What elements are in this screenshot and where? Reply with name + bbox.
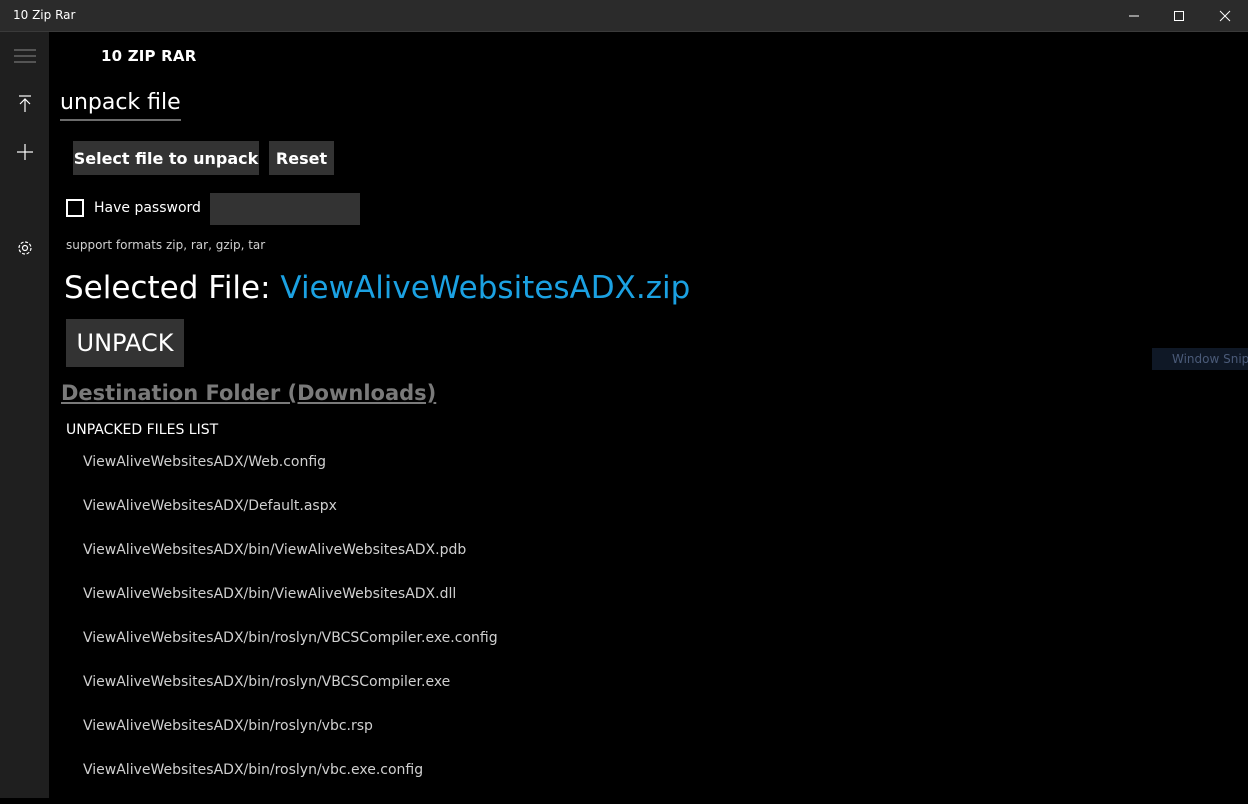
close-button[interactable] xyxy=(1202,0,1248,31)
sidebar-item-pack[interactable] xyxy=(10,137,40,167)
selected-file-name: ViewAliveWebsitesADX.zip xyxy=(280,270,691,306)
unpacked-files-header: UNPACKED FILES LIST xyxy=(66,422,219,438)
hamburger-menu-button[interactable] xyxy=(10,41,40,71)
select-file-button[interactable]: Select file to unpack xyxy=(73,141,259,175)
list-item[interactable]: ViewAliveWebsitesADX/bin/ViewAliveWebsit… xyxy=(83,540,498,584)
sidebar xyxy=(0,32,49,798)
title-bar: 10 Zip Rar xyxy=(0,0,1248,32)
reset-button[interactable]: Reset xyxy=(269,141,334,175)
destination-folder-link[interactable]: Destination Folder (Downloads) xyxy=(61,381,436,405)
list-item[interactable]: ViewAliveWebsitesADX/bin/roslyn/vbc.exe.… xyxy=(83,760,498,804)
app-name: 10 ZIP RAR xyxy=(101,47,197,65)
window-snip-label: Window Snip xyxy=(1172,352,1248,366)
have-password-checkbox[interactable] xyxy=(66,199,84,217)
password-input[interactable] xyxy=(210,193,360,225)
selected-file-label: Selected File: xyxy=(64,270,271,306)
list-item[interactable]: ViewAliveWebsitesADX/Default.aspx xyxy=(83,496,498,540)
list-item[interactable]: ViewAliveWebsitesADX/bin/roslyn/VBCSComp… xyxy=(83,672,498,716)
maximize-button[interactable] xyxy=(1156,0,1202,31)
window-snip-tab[interactable]: Window Snip xyxy=(1152,348,1248,370)
maximize-icon xyxy=(1174,10,1184,21)
sidebar-item-settings[interactable] xyxy=(10,233,40,263)
page-title: unpack file xyxy=(60,90,181,121)
list-item[interactable]: ViewAliveWebsitesADX/bin/roslyn/VBCSComp… xyxy=(83,628,498,672)
minimize-button[interactable] xyxy=(1111,0,1157,31)
supported-formats-note: support formats zip, rar, gzip, tar xyxy=(66,238,266,252)
gear-icon xyxy=(18,241,32,255)
have-password-label[interactable]: Have password xyxy=(94,200,201,216)
minimize-icon xyxy=(1129,15,1139,16)
plus-icon xyxy=(17,144,33,160)
window-title: 10 Zip Rar xyxy=(13,8,76,22)
list-item[interactable]: ViewAliveWebsitesADX/bin/roslyn/vbc.rsp xyxy=(83,716,498,760)
list-item[interactable]: ViewAliveWebsitesADX/bin/ViewAliveWebsit… xyxy=(83,584,498,628)
list-item[interactable]: ViewAliveWebsitesADX/Web.config xyxy=(83,452,498,496)
upload-icon xyxy=(19,95,31,112)
sidebar-item-unpack[interactable] xyxy=(10,89,40,119)
hamburger-icon xyxy=(14,49,36,63)
close-icon xyxy=(1219,10,1231,21)
unpacked-files-list: ViewAliveWebsitesADX/Web.config ViewAliv… xyxy=(83,452,498,804)
selected-file: Selected File: ViewAliveWebsitesADX.zip xyxy=(64,270,690,306)
unpack-button[interactable]: UNPACK xyxy=(66,319,184,367)
